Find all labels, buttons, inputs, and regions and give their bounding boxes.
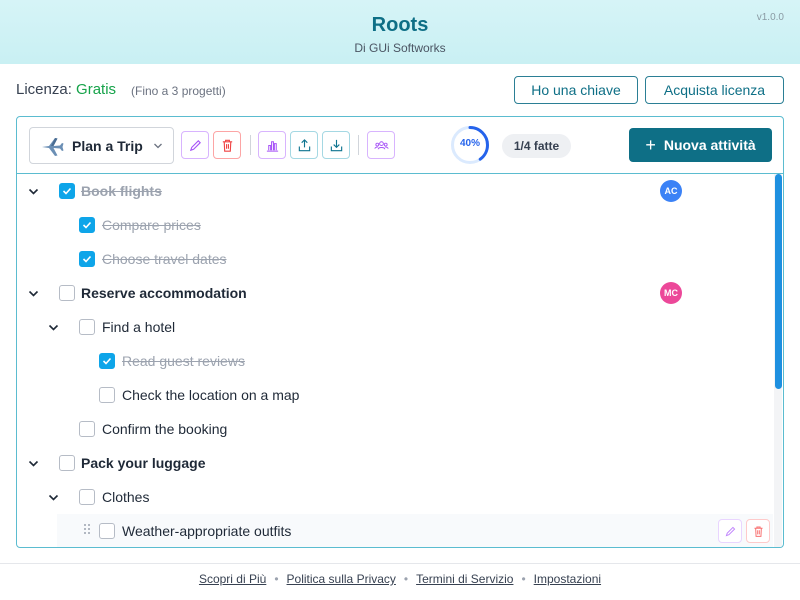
task-checkbox[interactable] <box>79 421 95 437</box>
task-row[interactable]: Find a hotel <box>17 310 773 344</box>
stats-button[interactable] <box>258 131 286 159</box>
separator-dot: • <box>403 572 409 586</box>
edit-task-button[interactable] <box>718 519 742 543</box>
separator-dot: • <box>521 572 526 586</box>
license-plan: Gratis <box>76 81 117 98</box>
trash-icon <box>753 526 763 537</box>
project-name: Plan a Trip <box>72 137 143 154</box>
chevron-down-icon[interactable] <box>48 322 59 333</box>
have-key-button[interactable]: Ho una chiave <box>514 76 638 104</box>
app-title: Roots <box>371 14 429 36</box>
toolbar-divider <box>358 135 359 155</box>
new-task-label: Nuova attività <box>663 137 756 153</box>
app-header: Roots Di GUi Softworks v1.0.0 <box>0 0 800 64</box>
privacy-policy-link[interactable]: Politica sulla Privacy <box>287 572 396 586</box>
task-row[interactable]: Compare prices <box>17 208 773 242</box>
chevron-down-icon[interactable] <box>28 186 39 197</box>
edit-project-button[interactable] <box>181 131 209 159</box>
users-icon <box>373 140 389 149</box>
chevron-down-icon[interactable] <box>48 492 59 503</box>
plus-icon: + <box>645 135 656 155</box>
task-row[interactable]: Confirm the booking <box>17 412 773 446</box>
chevron-down-icon <box>154 143 162 149</box>
task-row[interactable]: Reserve accommodation MC <box>17 276 773 310</box>
app-version: v1.0.0 <box>756 12 784 23</box>
task-row[interactable]: Weather-appropriate outfits <box>57 514 773 547</box>
task-checkbox[interactable] <box>79 319 95 335</box>
task-checkbox[interactable] <box>99 387 115 403</box>
trash-icon <box>222 139 232 152</box>
delete-task-button[interactable] <box>746 519 770 543</box>
task-list: Book flights AC Compare prices Choose tr… <box>17 174 783 547</box>
task-row[interactable]: Pack your luggage <box>17 446 773 480</box>
task-checkbox[interactable] <box>79 251 95 267</box>
new-task-button[interactable]: + Nuova attività <box>629 128 772 162</box>
project-panel: Plan a Trip 40% 1/4 fatte + Nuova attivi… <box>16 116 784 548</box>
task-checkbox[interactable] <box>59 455 75 471</box>
collaborators-button[interactable] <box>367 131 395 159</box>
project-selector[interactable]: Plan a Trip <box>29 127 174 164</box>
separator-dot: • <box>274 572 279 586</box>
task-row[interactable]: Choose travel dates <box>17 242 773 276</box>
task-checkbox[interactable] <box>79 489 95 505</box>
task-row[interactable]: Read guest reviews <box>17 344 773 378</box>
export-button[interactable] <box>290 131 318 159</box>
download-icon <box>330 139 342 151</box>
edit-icon <box>725 526 735 536</box>
avatar: AC <box>660 180 682 202</box>
upload-icon <box>298 138 310 151</box>
edit-icon <box>189 139 201 151</box>
footer: Scopri di Più • Politica sulla Privacy • Ter… <box>0 572 800 586</box>
task-label: Find a hotel <box>102 319 176 335</box>
task-checkbox[interactable] <box>99 353 115 369</box>
task-label: Clothes <box>102 489 150 505</box>
airplane-icon <box>40 134 64 158</box>
chart-icon <box>266 140 278 152</box>
avatar: MC <box>660 282 682 304</box>
import-button[interactable] <box>322 131 350 159</box>
task-label: Book flights <box>81 183 162 199</box>
done-count-badge: 1/4 fatte <box>502 134 571 158</box>
task-label: Choose travel dates <box>102 251 227 267</box>
app-subtitle: Di GUi Softworks <box>354 41 446 55</box>
task-row[interactable]: Clothes <box>17 480 773 514</box>
task-checkbox[interactable] <box>99 523 115 539</box>
task-label: Check the location on a map <box>122 387 300 403</box>
drag-handle-icon[interactable] <box>83 522 93 538</box>
footer-divider <box>0 563 800 564</box>
license-status: Licenza: Gratis <box>16 81 116 98</box>
chevron-down-icon[interactable] <box>28 458 39 469</box>
task-label: Compare prices <box>102 217 201 233</box>
task-checkbox[interactable] <box>59 183 75 199</box>
license-note: (Fino a 3 progetti) <box>131 84 226 98</box>
scrollbar-thumb[interactable] <box>775 174 782 389</box>
task-row[interactable]: Book flights AC <box>17 174 773 208</box>
chevron-down-icon[interactable] <box>28 288 39 299</box>
task-label: Read guest reviews <box>122 353 245 369</box>
license-label: Licenza: <box>16 81 72 98</box>
task-label: Weather-appropriate outfits <box>122 523 292 539</box>
buy-license-button[interactable]: Acquista licenza <box>645 76 784 104</box>
task-checkbox[interactable] <box>59 285 75 301</box>
task-label: Reserve accommodation <box>81 285 247 301</box>
terms-of-service-link[interactable]: Termini di Servizio <box>416 572 513 586</box>
task-label: Pack your luggage <box>81 455 206 471</box>
task-label: Confirm the booking <box>102 421 228 437</box>
task-row[interactable]: Check the location on a map <box>17 378 773 412</box>
task-checkbox[interactable] <box>79 217 95 233</box>
license-row: Licenza: Gratis (Fino a 3 progetti) Ho u… <box>16 76 784 106</box>
learn-more-link[interactable]: Scopri di Più <box>199 572 266 586</box>
toolbar-divider <box>250 135 251 155</box>
progress-percent: 40% <box>459 138 480 149</box>
toolbar: Plan a Trip 40% 1/4 fatte + Nuova attivi… <box>17 117 783 174</box>
settings-link[interactable]: Impostazioni <box>534 572 601 586</box>
delete-project-button[interactable] <box>213 131 241 159</box>
